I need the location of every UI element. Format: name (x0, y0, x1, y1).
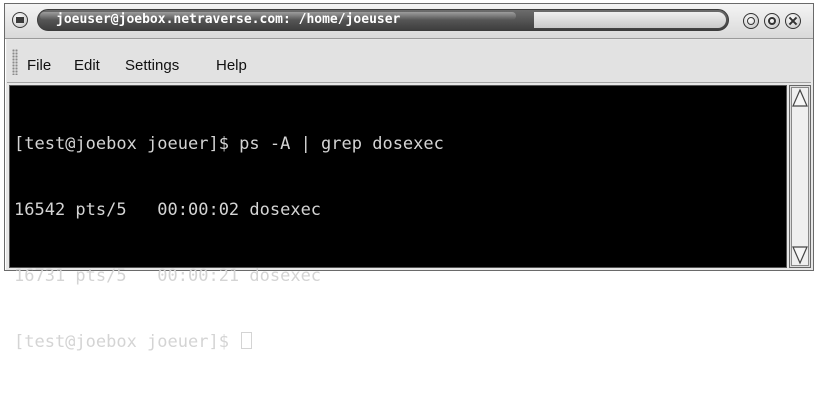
vertical-scrollbar[interactable] (789, 85, 811, 268)
arrow-up-icon[interactable] (791, 87, 809, 109)
terminal-line: 16542 pts/5 00:00:02 dosexec (14, 200, 322, 220)
menu-settings[interactable]: Settings (125, 57, 179, 75)
terminal-line: 16731 pts/5 00:00:21 dosexec (14, 266, 322, 286)
menu-edit[interactable]: Edit (74, 57, 100, 75)
arrow-down-icon[interactable] (791, 244, 809, 266)
menu-bar: File Edit Settings Help (7, 40, 811, 83)
terminal-window: joeuser@joebox.netraverse.com: /home/joe… (4, 3, 814, 352)
scroll-thumb[interactable] (791, 87, 809, 266)
window-title: joeuser@joebox.netraverse.com: /home/joe… (56, 12, 401, 27)
menu-help[interactable]: Help (216, 57, 247, 75)
menu-file[interactable]: File (27, 57, 51, 75)
title-bar[interactable]: joeuser@joebox.netraverse.com: /home/joe… (5, 4, 813, 39)
maximize-icon[interactable] (764, 13, 780, 29)
terminal-line: [test@joebox joeuer]$ ps -A | grep dosex… (14, 134, 444, 154)
minimize-icon[interactable] (743, 13, 759, 29)
title-pill[interactable]: joeuser@joebox.netraverse.com: /home/joe… (37, 9, 729, 31)
terminal-prompt-line: [test@joebox joeuer]$ (14, 331, 444, 353)
toolbar-grip-icon[interactable] (12, 49, 18, 75)
window-menu-icon[interactable] (12, 12, 28, 28)
close-icon[interactable] (785, 13, 801, 29)
terminal-output[interactable]: [test@joebox joeuer]$ ps -A | grep dosex… (9, 85, 787, 352)
text-cursor (241, 332, 253, 349)
terminal-prompt: [test@joebox joeuer]$ (14, 332, 240, 352)
